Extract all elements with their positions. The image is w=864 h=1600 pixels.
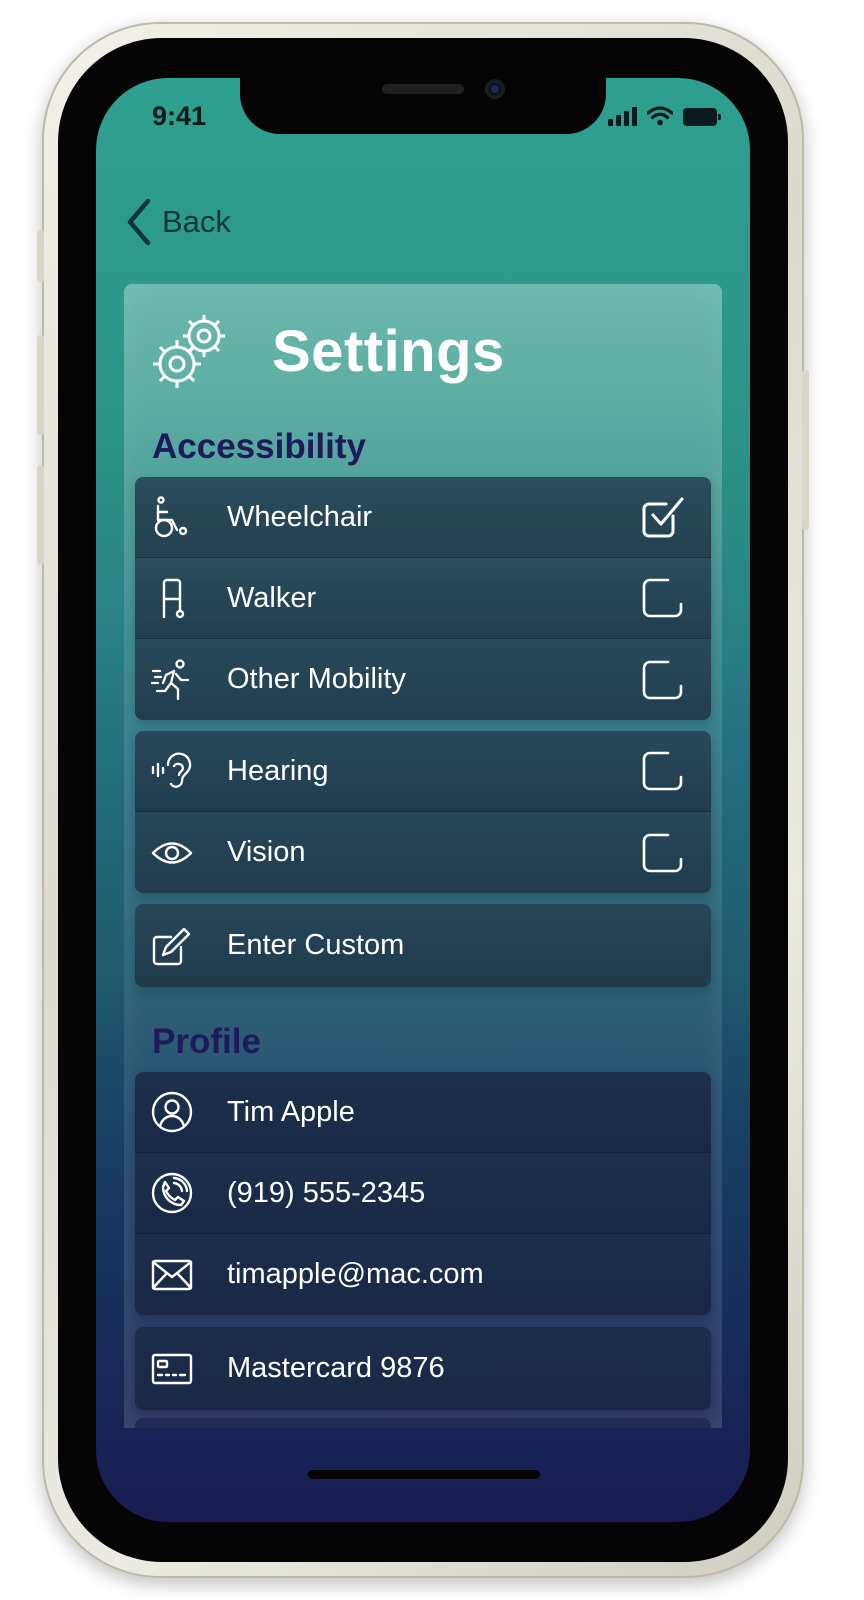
eye-icon <box>151 832 193 874</box>
side-button-power <box>802 370 809 530</box>
checkbox-unchecked-icon[interactable] <box>641 749 685 793</box>
back-button[interactable]: Back <box>124 198 231 246</box>
profile-name: Tim Apple <box>227 1095 355 1128</box>
side-button-volume-up <box>37 335 44 435</box>
walker-icon <box>151 577 193 619</box>
option-hearing[interactable]: Hearing <box>135 731 711 812</box>
option-label: Vision <box>227 836 306 868</box>
option-label: Enter Custom <box>227 929 405 961</box>
option-walker[interactable]: Walker <box>135 558 711 639</box>
profile-phone: (919) 555-2345 <box>227 1176 426 1209</box>
profile-name-row[interactable]: Tim Apple <box>135 1072 711 1153</box>
gears-icon <box>153 315 225 388</box>
page-title: Settings <box>272 318 505 384</box>
wifi-icon <box>647 106 673 126</box>
profile-phone-row[interactable]: (919) 555-2345 <box>135 1153 711 1234</box>
home-indicator[interactable] <box>308 1470 540 1479</box>
option-enter-custom[interactable]: Enter Custom <box>135 904 711 987</box>
option-vision[interactable]: Vision <box>135 812 711 893</box>
battery-icon <box>683 108 721 126</box>
sensory-group: Hearing Vision <box>135 731 711 893</box>
mobility-group: Wheelchair Walker Other Mobility <box>135 477 711 720</box>
side-button-volume-down <box>37 465 44 565</box>
edit-icon <box>151 925 193 967</box>
option-label: Other Mobility <box>227 663 406 695</box>
back-label: Back <box>162 204 231 239</box>
wheelchair-icon <box>151 496 193 538</box>
profile-email: timapple@mac.com <box>227 1258 484 1290</box>
running-person-icon <box>151 658 193 701</box>
cellular-signal-icon <box>608 106 637 126</box>
profile-email-row[interactable]: timapple@mac.com <box>135 1234 711 1315</box>
ear-icon <box>151 750 193 792</box>
chevron-left-icon <box>127 198 151 246</box>
checkbox-unchecked-icon[interactable] <box>641 831 685 875</box>
payment-card-row[interactable]: Mastercard 9876 <box>135 1327 711 1410</box>
mail-icon <box>151 1254 193 1296</box>
checkbox-unchecked-icon[interactable] <box>641 576 685 620</box>
section-heading-profile: Profile <box>152 1022 261 1061</box>
front-camera <box>485 79 505 99</box>
checkbox-unchecked-icon[interactable] <box>641 658 685 702</box>
payment-group: Mastercard 9876 <box>135 1327 711 1410</box>
option-label: Wheelchair <box>227 500 373 533</box>
option-other-mobility[interactable]: Other Mobility <box>135 639 711 720</box>
option-label: Hearing <box>227 754 329 787</box>
profile-group: Tim Apple (919) 555-2345 timapple@mac.co… <box>135 1072 711 1315</box>
custom-group: Enter Custom <box>135 904 711 987</box>
checkbox-checked-icon[interactable] <box>641 495 685 539</box>
option-wheelchair[interactable]: Wheelchair <box>135 477 711 558</box>
status-time: 9:41 <box>152 101 207 131</box>
person-icon <box>151 1091 193 1133</box>
credit-card-icon <box>151 1348 193 1390</box>
next-row-peek <box>135 1418 711 1428</box>
side-button-silent <box>37 230 44 282</box>
section-heading-accessibility: Accessibility <box>152 427 366 466</box>
page-header: Settings <box>150 310 505 392</box>
payment-card: Mastercard 9876 <box>227 1352 445 1384</box>
status-icons <box>608 106 721 126</box>
phone-icon <box>151 1172 193 1214</box>
speaker-grille <box>382 84 464 94</box>
option-label: Walker <box>227 581 317 614</box>
